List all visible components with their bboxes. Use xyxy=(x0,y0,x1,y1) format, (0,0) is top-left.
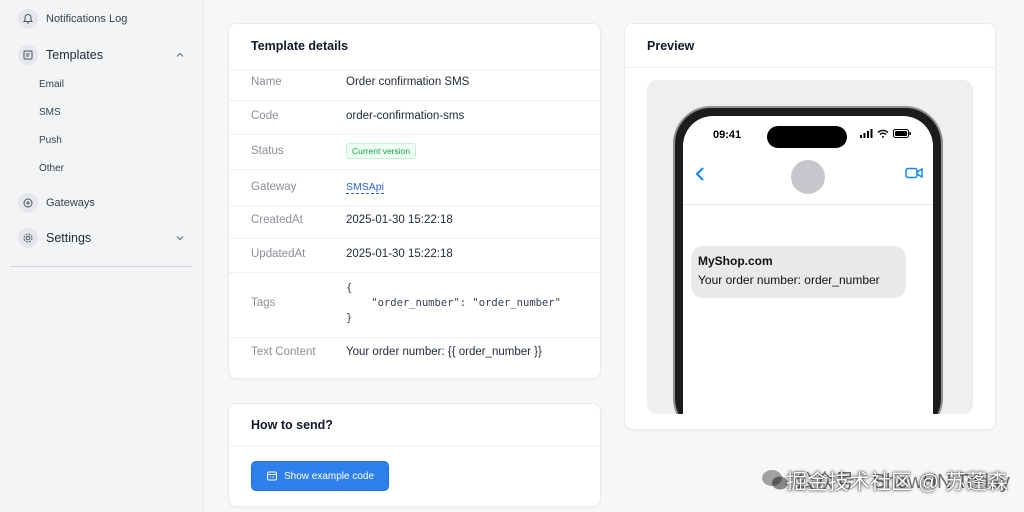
button-label: Show example code xyxy=(283,470,375,482)
sidebar: Notifications Log Templates Email SMS Pu… xyxy=(0,0,204,512)
sidebar-item-label: Notifications Log xyxy=(46,13,128,25)
divider xyxy=(229,238,600,239)
status-label: Status xyxy=(251,145,284,157)
sidebar-item-label: Templates xyxy=(46,48,103,62)
card-title: How to send? xyxy=(251,418,333,432)
divider xyxy=(229,272,600,273)
code-icon xyxy=(266,471,277,481)
signal-icon xyxy=(860,129,873,138)
wifi-icon xyxy=(877,129,889,138)
template-icon xyxy=(18,45,38,65)
preview-card: Preview 09:41 MyShop.com Your order numb… xyxy=(624,23,996,430)
gateway-label: Gateway xyxy=(251,181,297,193)
back-chevron-icon[interactable] xyxy=(695,166,705,182)
chevron-down-icon[interactable] xyxy=(174,232,186,244)
sidebar-item-gateways[interactable]: Gateways xyxy=(10,188,194,218)
tags-json-line-3: } xyxy=(346,312,353,324)
message-bubble: MyShop.com Your order number: order_numb… xyxy=(691,246,906,298)
tags-label: Tags xyxy=(251,297,276,309)
gear-icon xyxy=(18,228,38,248)
name-value: Order confirmation SMS xyxy=(346,76,470,88)
sidebar-subitem-email[interactable]: Email xyxy=(39,79,64,90)
updated-at-value: 2025-01-30 15:22:18 xyxy=(346,248,453,260)
name-label: Name xyxy=(251,76,282,88)
phone-screen: 09:41 MyShop.com Your order number: orde… xyxy=(683,116,933,414)
sidebar-subitem-other[interactable]: Other xyxy=(39,163,64,174)
show-example-code-button[interactable]: Show example code xyxy=(251,461,389,491)
divider xyxy=(229,205,600,206)
sidebar-subitem-push[interactable]: Push xyxy=(39,135,62,146)
template-details-card: Template details Name Order confirmation… xyxy=(228,23,601,379)
video-call-icon[interactable] xyxy=(905,167,923,179)
card-title: Preview xyxy=(647,39,695,53)
card-title: Template details xyxy=(251,39,349,53)
text-content-value: Your order number: {{ order_number }} xyxy=(346,346,542,358)
tags-json-line-2: "order_number": "order_number" xyxy=(346,297,561,309)
avatar xyxy=(791,160,825,194)
message-text: Your order number: order_number xyxy=(698,273,880,287)
code-label: Code xyxy=(251,110,279,122)
message-sender: MyShop.com xyxy=(698,254,773,268)
divider xyxy=(683,204,933,205)
code-value: order-confirmation-sms xyxy=(346,110,465,122)
status-icons xyxy=(860,129,911,138)
gateway-link[interactable]: SMSApi xyxy=(346,181,384,194)
text-content-label: Text Content xyxy=(251,346,316,358)
created-at-value: 2025-01-30 15:22:18 xyxy=(346,214,453,226)
gateway-icon xyxy=(18,193,38,213)
dynamic-island xyxy=(767,126,847,148)
bell-icon xyxy=(18,9,38,29)
divider xyxy=(229,100,600,101)
wechat-icon xyxy=(761,469,788,489)
how-to-send-card: How to send? Show example code xyxy=(228,403,601,507)
chevron-up-icon[interactable] xyxy=(174,49,186,61)
divider xyxy=(229,169,600,170)
sidebar-item-templates[interactable]: Templates xyxy=(10,40,194,70)
battery-icon xyxy=(893,129,911,138)
created-at-label: CreatedAt xyxy=(251,214,303,226)
divider xyxy=(625,67,995,68)
sidebar-item-label: Gateways xyxy=(46,197,95,209)
sidebar-item-label: Settings xyxy=(46,231,92,245)
divider xyxy=(229,445,600,446)
tags-json-line-1: { xyxy=(346,282,353,294)
phone-time: 09:41 xyxy=(713,129,742,141)
divider xyxy=(229,337,600,338)
divider xyxy=(229,134,600,135)
phone-mockup: 09:41 MyShop.com Your order number: orde… xyxy=(673,106,943,414)
sidebar-item-notifications-log[interactable]: Notifications Log xyxy=(10,4,194,34)
sidebar-item-settings[interactable]: Settings xyxy=(10,223,194,253)
preview-area: 09:41 MyShop.com Your order number: orde… xyxy=(647,80,973,414)
divider xyxy=(229,69,600,70)
status-badge: Current version xyxy=(346,143,417,159)
updated-at-label: UpdatedAt xyxy=(251,248,306,260)
sidebar-subitem-sms[interactable]: SMS xyxy=(39,107,61,118)
watermark-overlay: 掘金技术社区 @ 苏蓬森 xyxy=(786,471,1008,494)
sidebar-divider xyxy=(10,266,192,267)
